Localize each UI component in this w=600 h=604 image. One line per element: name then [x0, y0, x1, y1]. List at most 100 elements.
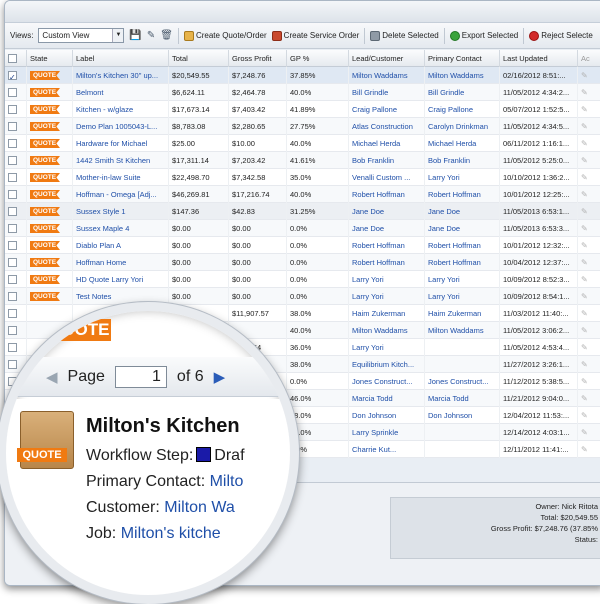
column-header-gp-percent[interactable]: GP %: [287, 50, 349, 67]
column-header-primary-contact[interactable]: Primary Contact: [425, 50, 500, 67]
primary-contact-cell[interactable]: Craig Pallone: [425, 101, 500, 118]
actions-cell[interactable]: ✎: [578, 203, 600, 220]
actions-cell[interactable]: ✎: [578, 135, 600, 152]
customer-link[interactable]: Milton Wa: [164, 499, 235, 516]
select-all-cell[interactable]: [5, 50, 27, 67]
pencil-icon[interactable]: ✎: [581, 258, 588, 267]
view-select[interactable]: Custom View ▼: [38, 28, 125, 43]
delete-selected-button[interactable]: Delete Selected: [370, 30, 439, 41]
actions-cell[interactable]: ✎: [578, 220, 600, 237]
primary-contact-text[interactable]: Larry Yori: [428, 292, 460, 301]
actions-cell[interactable]: ✎: [578, 67, 600, 84]
row-checkbox[interactable]: [8, 172, 17, 182]
primary-contact-cell[interactable]: Robert Hoffman: [425, 237, 500, 254]
label-cell[interactable]: Sussex Maple 4: [73, 220, 169, 237]
label-text[interactable]: Mother-in-law Suite: [76, 173, 141, 182]
actions-cell[interactable]: ✎: [578, 305, 600, 322]
lead-customer-text[interactable]: Equilibrium Kitch...: [352, 360, 414, 369]
lead-customer-cell[interactable]: Bob Franklin: [349, 152, 425, 169]
pencil-icon[interactable]: ✎: [581, 445, 588, 454]
primary-contact-text[interactable]: Larry Yori: [428, 173, 460, 182]
actions-cell[interactable]: ✎: [578, 101, 600, 118]
actions-cell[interactable]: ✎: [578, 390, 600, 407]
label-cell[interactable]: 1442 Smith St Kitchen: [73, 152, 169, 169]
actions-cell[interactable]: ✎: [578, 237, 600, 254]
primary-contact-text[interactable]: Larry Yori: [428, 275, 460, 284]
primary-contact-cell[interactable]: Larry Yori: [425, 271, 500, 288]
label-text[interactable]: Kitchen - w/glaze: [76, 105, 133, 114]
pencil-icon[interactable]: ✎: [581, 292, 588, 301]
primary-contact-cell[interactable]: Robert Hoffman: [425, 186, 500, 203]
lead-customer-text[interactable]: Jane Doe: [352, 207, 384, 216]
table-row[interactable]: QUOTE Test Notes $0.00 $0.00 0.0% Larry Yori L…: [5, 288, 600, 305]
label-text[interactable]: Hoffman Home: [76, 258, 126, 267]
row-checkbox[interactable]: [8, 69, 17, 84]
primary-contact-cell[interactable]: Larry Yori: [425, 288, 500, 305]
primary-contact-cell[interactable]: [425, 356, 500, 373]
primary-contact-text[interactable]: Craig Pallone: [428, 105, 473, 114]
lead-customer-text[interactable]: Larry Sprinkle: [352, 428, 398, 437]
lead-customer-cell[interactable]: Michael Herda: [349, 135, 425, 152]
primary-contact-cell[interactable]: Jane Doe: [425, 203, 500, 220]
table-row[interactable]: QUOTE Hoffman - Omega [Adj... $46,269.81 $1…: [5, 186, 600, 203]
primary-contact-text[interactable]: Bill Grindle: [428, 88, 464, 97]
row-checkbox[interactable]: [8, 291, 17, 301]
label-cell[interactable]: Hardware for Michael: [73, 135, 169, 152]
actions-cell[interactable]: ✎: [578, 356, 600, 373]
row-checkbox[interactable]: [8, 104, 17, 114]
primary-contact-cell[interactable]: Robert Hoffman: [425, 254, 500, 271]
actions-cell[interactable]: ✎: [578, 407, 600, 424]
primary-contact-text[interactable]: Marcia Todd: [428, 394, 469, 403]
row-select-cell[interactable]: [5, 101, 27, 118]
row-checkbox[interactable]: [8, 138, 17, 148]
primary-contact-text[interactable]: Jones Construct...: [428, 377, 488, 386]
row-checkbox[interactable]: [8, 240, 17, 250]
pencil-icon[interactable]: ✎: [581, 241, 588, 250]
lead-customer-text[interactable]: Bill Grindle: [352, 88, 388, 97]
pencil-icon[interactable]: ✎: [581, 190, 588, 199]
next-page-icon[interactable]: ▶: [214, 368, 226, 386]
label-text[interactable]: Sussex Maple 4: [76, 224, 129, 233]
lead-customer-text[interactable]: Haim Zukerman: [352, 309, 405, 318]
lead-customer-cell[interactable]: Jane Doe: [349, 203, 425, 220]
primary-contact-cell[interactable]: Marcia Todd: [425, 390, 500, 407]
lead-customer-cell[interactable]: Robert Hoffman: [349, 254, 425, 271]
primary-contact-cell[interactable]: [425, 441, 500, 458]
column-header-actions[interactable]: Ac: [578, 50, 600, 67]
pencil-icon[interactable]: ✎: [581, 428, 588, 437]
pencil-icon[interactable]: ✎: [581, 173, 588, 182]
actions-cell[interactable]: ✎: [578, 271, 600, 288]
lead-customer-text[interactable]: Larry Yori: [352, 275, 384, 284]
lead-customer-text[interactable]: Atlas Construction: [352, 122, 413, 131]
primary-contact-text[interactable]: Haim Zukerman: [428, 309, 481, 318]
delete-icon[interactable]: 🗑: [160, 30, 173, 41]
pencil-icon[interactable]: ✎: [581, 326, 588, 335]
row-select-cell[interactable]: [5, 220, 27, 237]
lead-customer-cell[interactable]: Don Johnson: [349, 407, 425, 424]
pencil-icon[interactable]: ✎: [581, 377, 588, 386]
lead-customer-cell[interactable]: Marcia Todd: [349, 390, 425, 407]
label-cell[interactable]: Milton's Kitchen 30" up...: [73, 67, 169, 84]
label-text[interactable]: Test Notes: [76, 292, 111, 301]
column-header-state[interactable]: State: [27, 50, 73, 67]
pencil-icon[interactable]: ✎: [581, 224, 588, 233]
lead-customer-cell[interactable]: Jane Doe: [349, 220, 425, 237]
actions-cell[interactable]: ✎: [578, 152, 600, 169]
primary-contact-cell[interactable]: [425, 424, 500, 441]
actions-cell[interactable]: ✎: [578, 322, 600, 339]
actions-cell[interactable]: ✎: [578, 373, 600, 390]
primary-contact-cell[interactable]: [425, 339, 500, 356]
lead-customer-text[interactable]: Larry Yori: [352, 343, 384, 352]
row-checkbox[interactable]: [8, 87, 17, 97]
lead-customer-text[interactable]: Michael Herda: [352, 139, 400, 148]
primary-contact-text[interactable]: Don Johnson: [428, 411, 472, 420]
primary-contact-cell[interactable]: Larry Yori: [425, 169, 500, 186]
row-checkbox[interactable]: [8, 274, 17, 284]
pencil-icon[interactable]: ✎: [581, 139, 588, 148]
lead-customer-cell[interactable]: Haim Zukerman: [349, 305, 425, 322]
pencil-icon[interactable]: ✎: [581, 122, 588, 131]
lead-customer-cell[interactable]: Milton Waddams: [349, 67, 425, 84]
table-row[interactable]: QUOTE Demo Plan 1005043-L... $8,783.08 $2,2…: [5, 118, 600, 135]
lead-customer-text[interactable]: Robert Hoffman: [352, 258, 405, 267]
lead-customer-cell[interactable]: Charrie Kut...: [349, 441, 425, 458]
